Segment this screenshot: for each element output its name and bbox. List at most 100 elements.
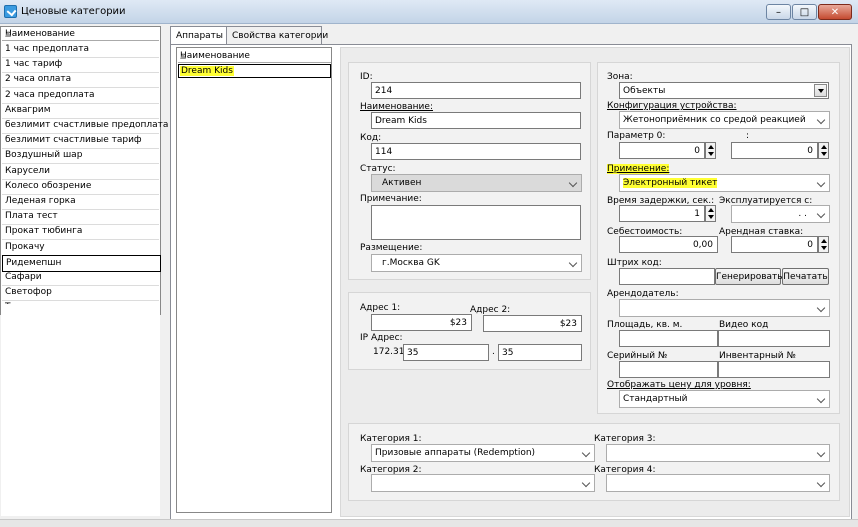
list-item[interactable]: Светофор bbox=[2, 285, 159, 302]
placement-value: г.Москва GK bbox=[382, 258, 440, 268]
list-item[interactable]: Карусели bbox=[2, 164, 159, 180]
close-button[interactable]: ✕ bbox=[818, 4, 852, 20]
status-select[interactable]: Активен bbox=[371, 174, 582, 192]
list-item[interactable]: 2 часа оплата bbox=[2, 72, 159, 89]
category3-label: Категория 3: bbox=[594, 434, 656, 444]
tab-category-properties[interactable]: Свойства категории bbox=[226, 26, 328, 45]
rent-rate-value: 0 bbox=[807, 240, 813, 250]
maximize-button[interactable]: □ bbox=[792, 4, 817, 20]
zone-label: Зона: bbox=[607, 72, 633, 82]
list-item[interactable]: 2 часа предоплата bbox=[2, 88, 159, 104]
category1-label: Категория 1: bbox=[360, 434, 422, 444]
id-field[interactable]: 214 bbox=[371, 82, 581, 99]
tab-devices-label: Аппараты bbox=[176, 31, 224, 41]
tab-category-properties-label: Свойства категории bbox=[232, 31, 329, 41]
param1-label: : bbox=[746, 131, 750, 141]
chevron-down-icon bbox=[816, 208, 826, 220]
list-item[interactable]: Сафари bbox=[2, 270, 159, 286]
status-bar bbox=[0, 519, 858, 527]
serial-label: Серийный № bbox=[607, 351, 668, 361]
list-item-label: 2 часа оплата bbox=[5, 74, 72, 85]
inventory-field[interactable] bbox=[718, 361, 830, 378]
print-barcode-button[interactable]: Печатать bbox=[782, 268, 829, 285]
id-label: ID: bbox=[360, 72, 373, 82]
param0-label: Параметр 0: bbox=[607, 131, 666, 141]
devices-grid[interactable]: Наименование ▲ Dream Kids bbox=[176, 47, 332, 513]
chevron-down-icon bbox=[816, 393, 826, 405]
list-item[interactable]: Прокачу bbox=[2, 240, 159, 256]
grid-header[interactable]: Наименование ▲ bbox=[178, 49, 331, 63]
app-icon bbox=[4, 5, 17, 18]
address1-label: Адрес 1: bbox=[360, 303, 401, 313]
address2-value: $23 bbox=[559, 319, 577, 329]
usage-label: Применение: bbox=[607, 164, 670, 174]
category2-select[interactable] bbox=[371, 474, 595, 492]
list-item[interactable]: безлимит счастливые тариф bbox=[2, 133, 159, 150]
config-select[interactable]: Жетоноприёмник со средой реакцией bbox=[619, 111, 830, 129]
generate-barcode-button[interactable]: Генерировать bbox=[715, 268, 783, 285]
chevron-down-icon bbox=[581, 447, 591, 459]
address1-field[interactable]: $23 bbox=[371, 314, 472, 331]
list-item-label: Прокат тюбинга bbox=[5, 226, 83, 237]
list-item[interactable]: Аквагрим bbox=[2, 103, 159, 119]
param0-spinner[interactable] bbox=[705, 142, 716, 159]
dropdown-arrow-icon[interactable] bbox=[814, 84, 827, 97]
address2-field[interactable]: $23 bbox=[483, 315, 582, 332]
list-item[interactable]: 1 час предоплата bbox=[2, 42, 159, 58]
delay-spinner[interactable] bbox=[705, 205, 716, 222]
operated-since-date[interactable]: . . bbox=[731, 205, 830, 223]
serial-field[interactable] bbox=[619, 361, 718, 378]
code-field[interactable]: 114 bbox=[371, 143, 581, 160]
list-item-label: 2 часа предоплата bbox=[5, 89, 95, 100]
grid-row[interactable]: Dream Kids bbox=[178, 64, 331, 78]
name-field[interactable]: Dream Kids bbox=[371, 112, 581, 129]
video-code-field[interactable] bbox=[718, 330, 830, 347]
zone-select[interactable]: Объекты bbox=[619, 82, 829, 99]
list-item[interactable]: Леденая горка bbox=[2, 194, 159, 210]
status-label: Статус: bbox=[360, 164, 396, 174]
list-item[interactable]: Прокат тюбинга bbox=[2, 224, 159, 241]
usage-select[interactable]: Электронный тикет bbox=[619, 174, 830, 192]
note-field[interactable] bbox=[371, 205, 581, 240]
tab-devices[interactable]: Аппараты bbox=[170, 26, 227, 46]
area-label: Площадь, кв. м. bbox=[607, 320, 683, 330]
chevron-down-icon bbox=[581, 477, 591, 489]
list-item-label: Плата тест bbox=[5, 211, 58, 222]
list-header[interactable]: Наименование ▲ bbox=[2, 28, 159, 41]
close-icon: ✕ bbox=[830, 7, 840, 18]
generate-barcode-label: Генерировать bbox=[716, 272, 783, 282]
status-value: Активен bbox=[382, 178, 422, 188]
list-item[interactable]: 1 час тариф bbox=[2, 57, 159, 74]
grid-row-name: Dream Kids bbox=[180, 66, 234, 76]
minimize-button[interactable]: – bbox=[766, 4, 791, 20]
ip-octet4-field[interactable]: 35 bbox=[498, 344, 582, 361]
delay-value: 1 bbox=[694, 209, 700, 219]
area-field[interactable] bbox=[619, 330, 718, 347]
price-category-list[interactable]: Наименование ▲ 1 час предоплата 1 час тар… bbox=[0, 26, 168, 317]
category1-select[interactable]: Призовые аппараты (Redemption) bbox=[371, 444, 595, 462]
price-level-select[interactable]: Стандартный bbox=[619, 390, 830, 408]
cost-field[interactable]: 0,00 bbox=[619, 236, 718, 253]
list-empty-area bbox=[1, 304, 160, 516]
rent-rate-field[interactable]: 0 bbox=[731, 236, 818, 253]
name-label: Наименование: bbox=[360, 102, 433, 112]
ip-prefix: 172.31 bbox=[373, 347, 405, 357]
price-level-label-text: Отображать цену для уровня: bbox=[607, 380, 751, 390]
delay-field[interactable]: 1 bbox=[619, 205, 705, 222]
list-item-label: Карусели bbox=[5, 165, 51, 176]
category3-select[interactable] bbox=[606, 444, 830, 462]
list-item-label: Ридемепшн bbox=[6, 257, 62, 268]
barcode-field[interactable] bbox=[619, 268, 715, 285]
list-item[interactable]: Плата тест bbox=[2, 209, 159, 226]
category4-select[interactable] bbox=[606, 474, 830, 492]
param1-spinner[interactable] bbox=[818, 142, 829, 159]
param1-field[interactable]: 0 bbox=[731, 142, 818, 159]
param0-field[interactable]: 0 bbox=[619, 142, 705, 159]
ip-octet3-field[interactable]: 35 bbox=[403, 344, 489, 361]
rent-rate-spinner[interactable] bbox=[818, 236, 829, 253]
list-item[interactable]: Колесо обозрение bbox=[2, 179, 159, 195]
list-item[interactable]: безлимит счастливые предоплата bbox=[2, 118, 168, 134]
list-item[interactable]: Воздушный шар bbox=[2, 148, 159, 165]
placement-select[interactable]: г.Москва GK bbox=[371, 254, 582, 272]
lessor-select[interactable] bbox=[619, 299, 830, 317]
